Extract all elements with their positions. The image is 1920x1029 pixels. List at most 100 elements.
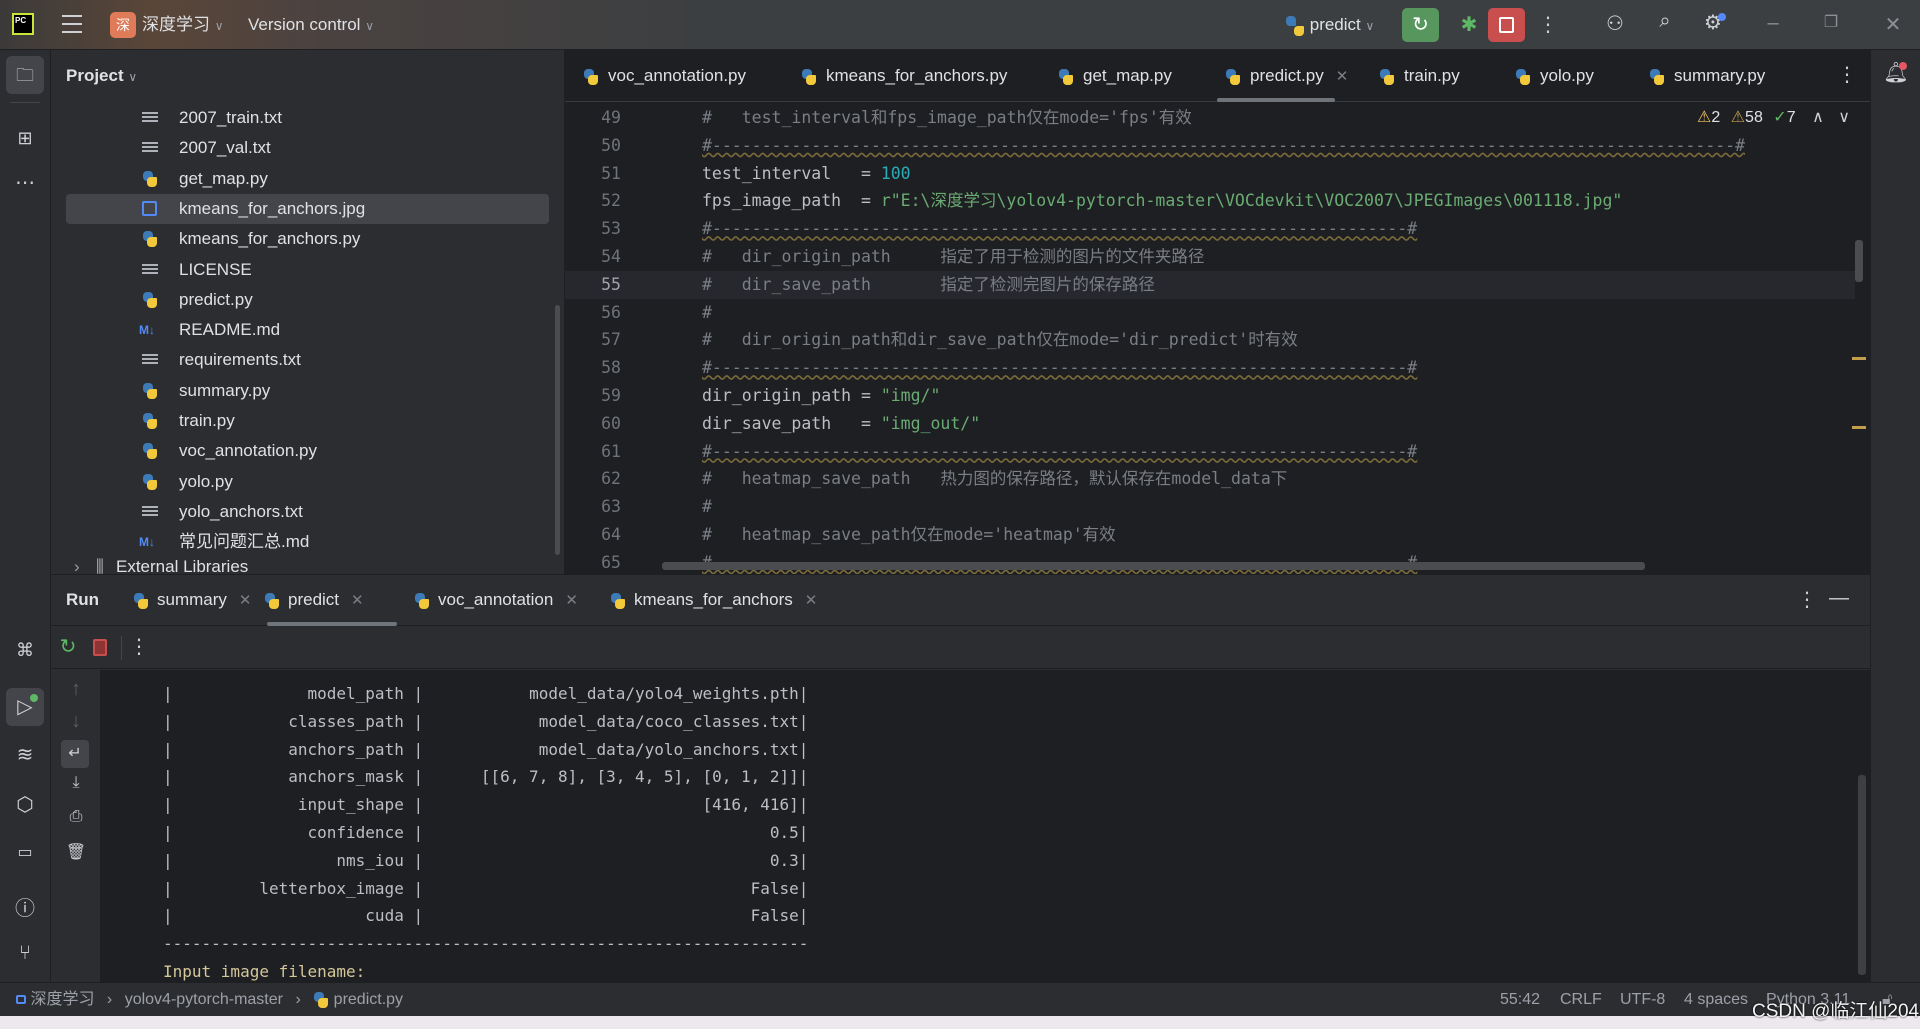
git-branch-icon[interactable]: ⑂ [10,942,40,965]
code-line: 55 # dir_save_path 指定了检测完图片的保存路径 [565,270,1855,299]
tree-item[interactable]: M↓ README.md [66,315,549,345]
tree-item[interactable]: kmeans_for_anchors.py [66,224,549,254]
run-options-icon[interactable]: ⋮ [1797,587,1817,612]
project-badge[interactable]: 深 [110,12,136,38]
code-token: r"E:\深度学习\yolov4-pytorch-master\VOCdevki… [880,191,1623,211]
tree-item[interactable]: get_map.py [66,164,549,194]
project-folder-icon[interactable]: 🗀 [6,56,44,94]
run-tab[interactable]: kmeans_for_anchors ✕ [610,575,817,625]
console-output[interactable]: | model_path | model_data/yolo4_weights.p… [100,670,1870,983]
code-token: # [702,497,712,517]
tree-item[interactable]: train.py [66,406,549,436]
tree-item[interactable]: 2007_train.txt [66,103,549,133]
console-scrollbar[interactable] [1858,775,1866,975]
run-tab[interactable]: summary ✕ [133,575,251,625]
breadcrumb-project[interactable]: 深度学习 [30,991,94,1008]
indent-setting[interactable]: 4 spaces [1684,983,1748,1016]
minimize-window-icon[interactable]: – [1758,12,1788,35]
line-code: dir_save_path = "img_out/" [702,410,980,438]
tree-item[interactable]: voc_annotation.py [66,436,549,466]
python-console-icon[interactable]: ⌘ [10,640,40,661]
notifications-bell-icon[interactable]: 🔔︎ [1881,60,1911,85]
file-encoding[interactable]: UTF-8 [1620,983,1665,1016]
trash-icon[interactable]: 🗑︎ [61,842,91,862]
editor-tab-label: voc_annotation.py [608,66,746,85]
text-file-icon [142,142,158,155]
editor-tab[interactable]: kmeans_for_anchors.py [801,50,1007,102]
rerun-button[interactable]: ↻ [1402,8,1439,42]
project-scrollbar[interactable] [555,305,560,555]
scroll-up-icon[interactable]: ↑ [61,678,91,701]
close-tab-icon[interactable]: ✕ [805,592,818,609]
close-tab-icon[interactable]: ✕ [565,592,578,609]
problems-icon[interactable]: ⓘ [10,892,40,921]
code-line: 54 # dir_origin_path 指定了用于检测的图片的文件夹路径 [565,243,1855,271]
more-tools-icon[interactable]: ⋯ [10,170,40,195]
editor-tab[interactable]: summary.py [1649,50,1765,102]
services-icon[interactable]: ⬡ [10,792,40,817]
tree-item[interactable]: LICENSE [66,255,549,285]
tree-item[interactable]: summary.py [66,376,549,406]
pycharm-logo[interactable]: PC [12,13,34,35]
code-token: # dir_origin_path和dir_save_path仅在mode='d… [702,330,1298,350]
warning-marker[interactable] [1852,357,1866,360]
structure-icon[interactable]: ⊞ [10,128,40,149]
tree-item[interactable]: 2007_val.txt [66,133,549,163]
right-tool-strip: 🔔︎ [1870,50,1920,982]
vcs-menu[interactable]: Version control ∨ [248,0,374,51]
soft-wrap-icon[interactable]: ↵ [61,740,89,768]
close-tab-icon[interactable]: ✕ [239,592,252,609]
editor-tab[interactable]: train.py [1379,50,1460,102]
scroll-down-icon[interactable]: ↓ [61,710,91,733]
terminal-icon[interactable]: ▭ [10,842,40,862]
run-tab[interactable]: predict ✕ [264,575,364,625]
layers-icon[interactable]: ≋ [10,742,40,767]
line-separator[interactable]: CRLF [1560,983,1602,1016]
tree-item[interactable]: yolo.py [66,467,549,497]
tree-item[interactable]: predict.py [66,285,549,315]
code-area[interactable]: 49 # test_interval和fps_image_path仅在mode='… [565,104,1855,574]
project-switcher[interactable]: 深度学习 ∨ [142,0,224,51]
editor-tab[interactable]: get_map.py [1058,50,1172,102]
stop-button[interactable] [1488,8,1525,42]
run-tool-icon[interactable]: ▷ [6,688,44,726]
editor-tab[interactable]: yolo.py [1515,50,1594,102]
more-icon[interactable]: ⋮ [129,634,149,659]
caret-position[interactable]: 55:42 [1500,983,1540,1016]
tab-options-icon[interactable]: ⋮ [1837,62,1857,87]
breadcrumb-file[interactable]: predict.py [334,991,403,1008]
python-file-icon [1649,68,1665,85]
print-icon[interactable]: ⎙ [61,808,91,826]
close-tab-icon[interactable]: ✕ [1336,68,1349,85]
editor-vertical-scrollbar[interactable] [1855,240,1863,282]
warning-marker[interactable] [1852,426,1866,429]
restore-window-icon[interactable]: ❐ [1816,12,1846,32]
editor-horizontal-scrollbar[interactable] [662,562,1645,570]
editor-tab-bar: voc_annotation.py kmeans_for_anchors.py ge… [565,50,1870,102]
hide-panel-icon[interactable]: — [1829,587,1849,610]
project-panel-title[interactable]: Project ∨ [66,50,137,103]
debug-bug-icon[interactable]: ✱ [1452,8,1486,42]
add-user-icon[interactable]: ⚇ [1600,11,1630,36]
run-tab[interactable]: voc_annotation ✕ [414,575,578,625]
close-window-icon[interactable]: ✕ [1878,12,1908,37]
python-file-icon [583,68,599,85]
scroll-to-end-icon[interactable]: ⤓ [61,774,91,792]
line-number: 50 [601,135,621,155]
navigation-breadcrumb: 深度学习 › yolov4-pytorch-master › predict.p… [16,983,403,1016]
search-icon[interactable]: ⌕ [1650,10,1680,33]
editor-tab[interactable]: voc_annotation.py [583,50,746,102]
tree-item[interactable]: requirements.txt [66,345,549,375]
more-actions-icon[interactable]: ⋮ [1538,12,1558,37]
settings-gear-icon[interactable]: ⚙ [1698,10,1728,35]
breadcrumb-folder[interactable]: yolov4-pytorch-master [125,991,283,1008]
tree-item[interactable]: yolo_anchors.txt [66,497,549,527]
main-menu-icon[interactable] [62,15,82,33]
editor-tab[interactable]: predict.py ✕ [1225,50,1348,102]
line-code: dir_origin_path = "img/" [702,382,940,410]
tree-item[interactable]: kmeans_for_anchors.jpg [66,193,549,224]
stop-icon[interactable] [93,639,107,656]
rerun-icon[interactable]: ↻ [55,634,81,659]
run-config-selector[interactable]: predict ∨ [1285,0,1374,51]
close-tab-icon[interactable]: ✕ [351,592,364,609]
